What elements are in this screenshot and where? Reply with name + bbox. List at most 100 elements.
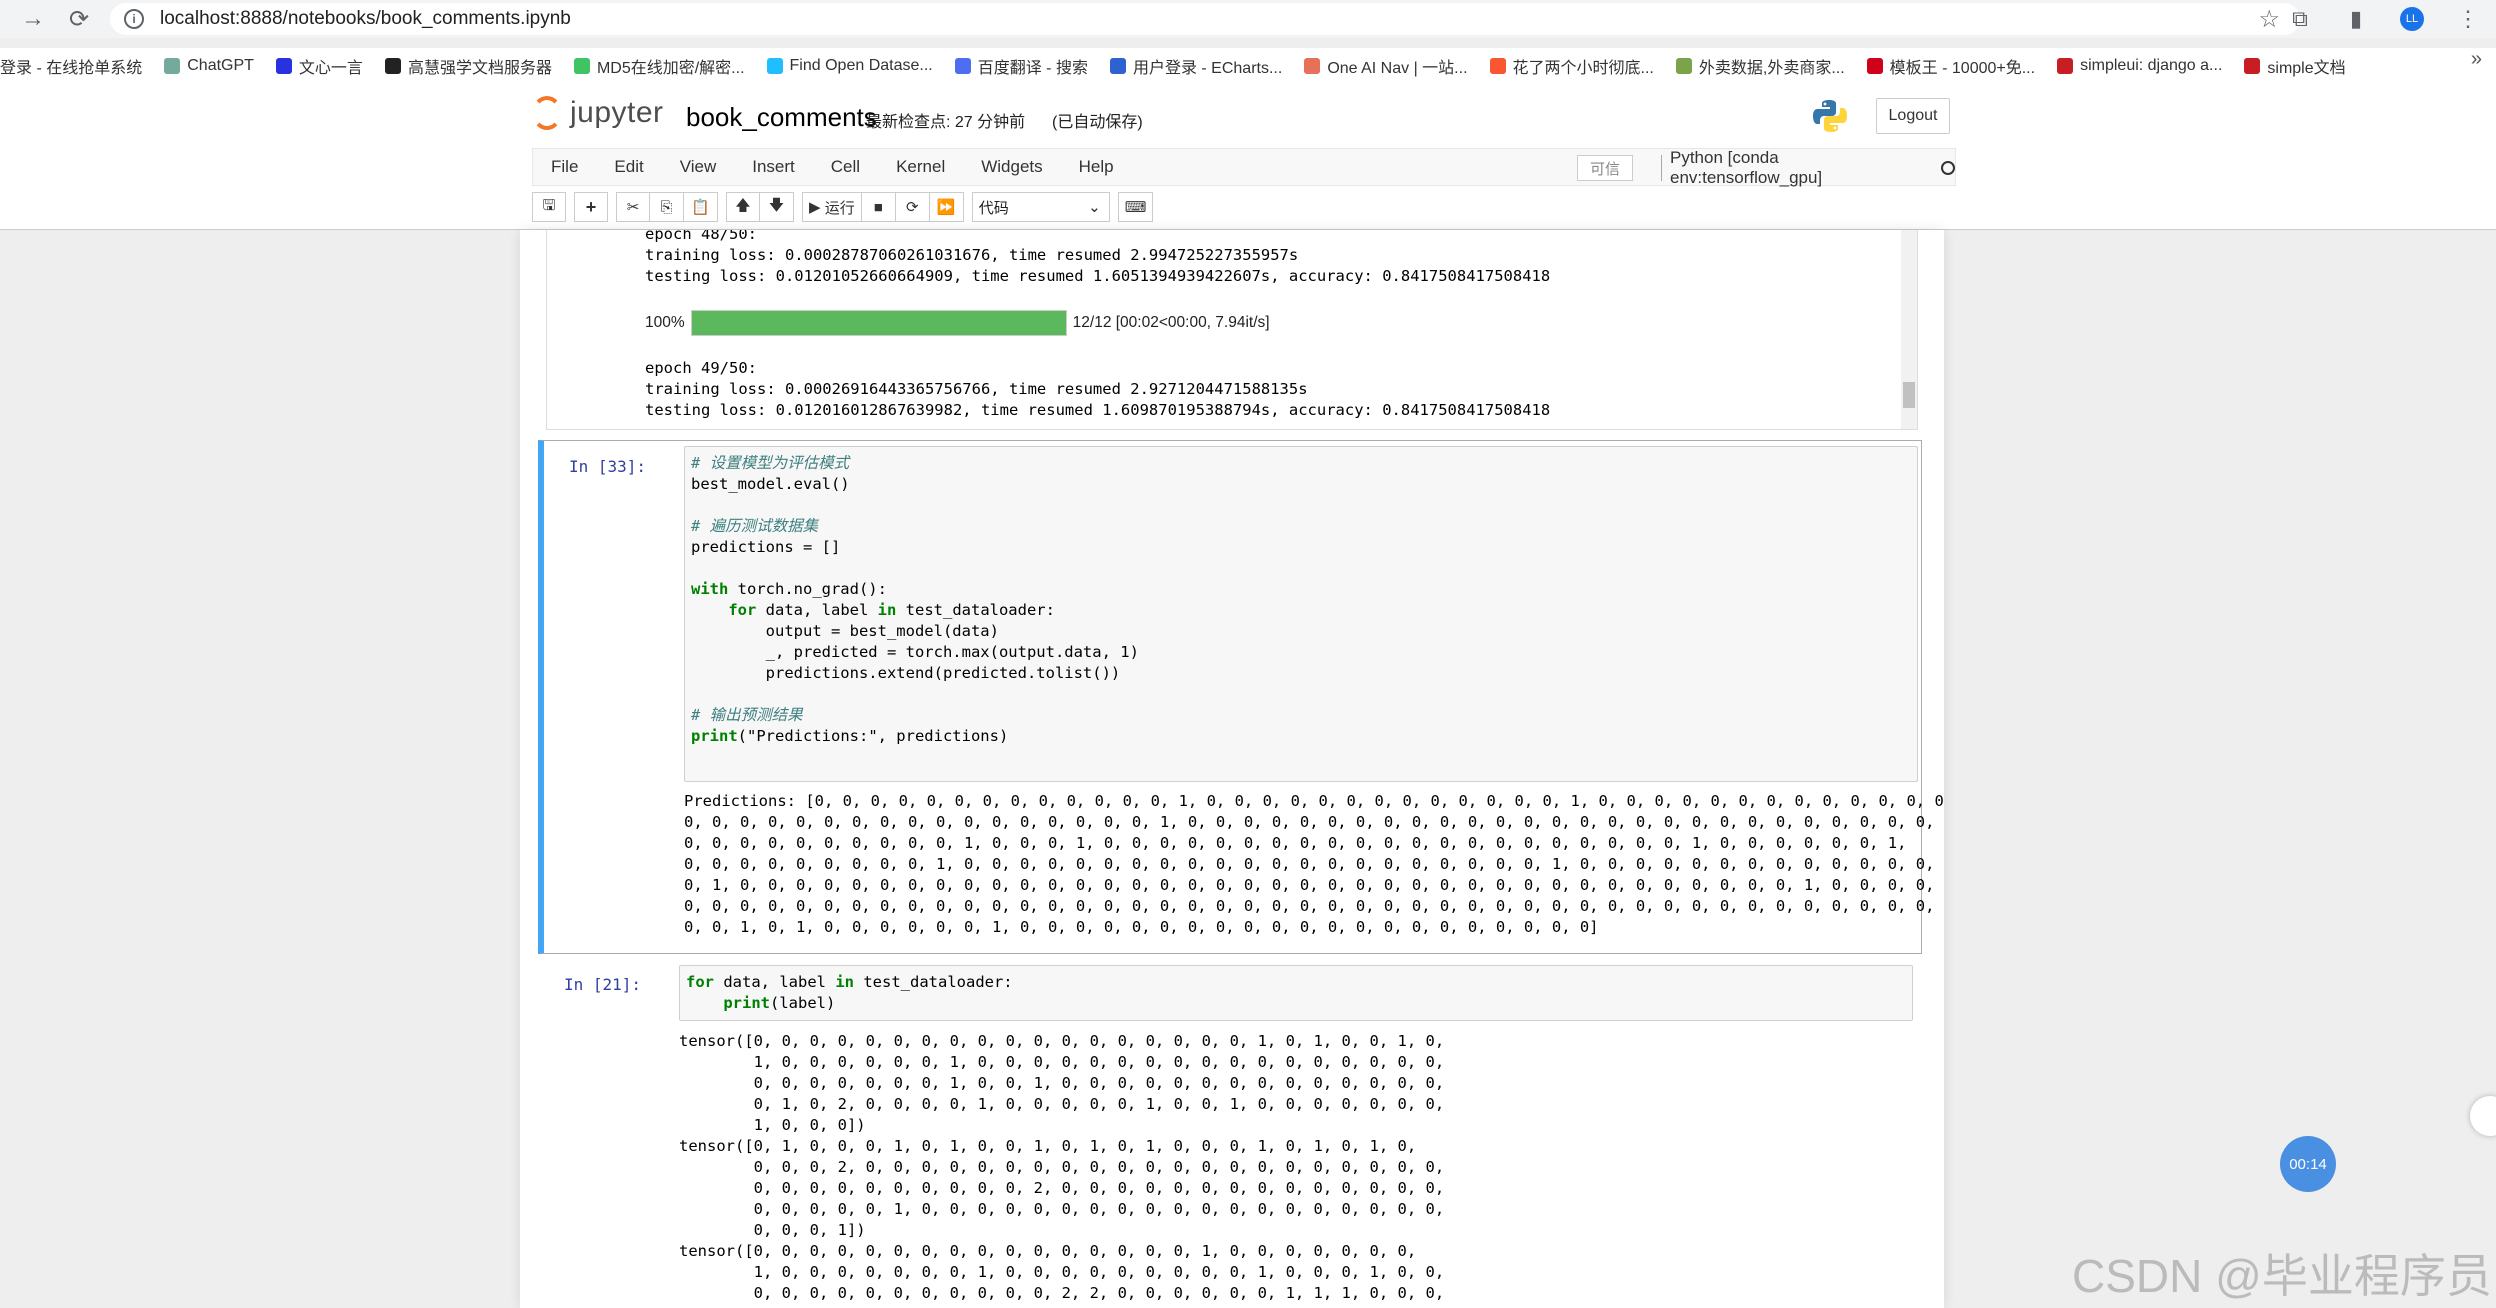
site-info-icon[interactable]: i [124,9,144,29]
menu-edit[interactable]: Edit [596,157,661,177]
paste-icon[interactable]: 📋 [684,192,718,222]
profile-avatar[interactable]: LL [2400,7,2424,31]
output-line: 0, 1, 0, 0, 0, 0, 0, 0, 0, 0, 0, 0, 0, 0… [684,876,1944,894]
menu-kernel[interactable]: Kernel [878,157,963,177]
progress-bar: 100% 12/12 [00:02<00:00, 7.94it/s] [645,310,1270,336]
side-widget-icon[interactable] [2470,1096,2496,1136]
restart-run-all-icon[interactable]: ⏩ [929,192,964,222]
bookmark-item[interactable]: 用户登录 - ECharts... [1109,54,1283,78]
progress-fill [691,311,1066,335]
menu-container: File Edit View Insert Cell Kernel Widgets Help … [532,148,1956,187]
restart-icon[interactable]: ⟳ [895,192,930,222]
extensions-icon[interactable]: ⧉ [2272,6,2328,32]
screen: → ⟳ i localhost:8888/notebooks/book_comm… [0,0,2496,1308]
cut-icon[interactable]: ✂ [616,192,650,222]
interrupt-icon[interactable]: ■ [861,192,896,222]
log-line: training loss: 0.00026916443365756766, t… [645,380,1308,398]
jupyter-logo[interactable]: jupyter [532,96,664,130]
bookmark-label: 外卖数据,外卖商家... [1698,60,1845,77]
reload-icon[interactable]: ⟳ [56,0,102,38]
menu-cell[interactable]: Cell [813,157,878,177]
bookmark-item[interactable]: One AI Nav | 一站... [1304,54,1468,78]
bookmark-favicon-icon [384,58,401,74]
output-line: 0, 1, 0, 2, 0, 0, 0, 0, 1, 0, 0, 0, 0, 0… [679,1095,1445,1113]
output-scrollbar[interactable] [1901,230,1917,429]
bookmarks-bar: 登录 - 在线抢单系统 ChatGPT 文心一言 高慧强学文档服务器 MD5在线加密/解… [0,48,2496,84]
menu-widgets[interactable]: Widgets [963,157,1060,177]
output-line: 0, 0, 0, 0, 0, 0, 0, 0, 0, 0, 0, 0, 0, 0… [684,813,1944,831]
cell-prompt: In [33]: [568,457,646,476]
bookmark-item[interactable]: MD5在线加密/解密... [573,54,745,78]
bookmark-favicon-icon [2244,58,2261,74]
cell-type-value: 代码 [978,199,1009,217]
bookmark-favicon-icon [1304,58,1321,74]
bookmark-item[interactable]: 登录 - 在线抢单系统 [0,54,142,78]
checkpoint-status: 最新检查点: 27 分钟前 [866,114,1026,131]
bookmark-item[interactable]: 花了两个小时彻底... [1489,54,1654,78]
bookmark-item[interactable]: 模板王 - 10000+免... [1866,54,2036,78]
insert-cell-icon[interactable]: + [574,192,608,222]
menu-insert[interactable]: Insert [734,157,813,177]
output-line: tensor([0, 0, 0, 0, 0, 0, 0, 0, 0, 0, 0,… [679,1242,1417,1260]
kernel-status-icon [1941,161,1955,175]
scrollbar-thumb[interactable] [1903,382,1915,408]
bookmark-item[interactable]: simpleui: django a... [2057,57,2222,75]
jupyter-logo-icon [532,96,562,130]
bookmark-favicon-icon [1675,58,1692,74]
browser-menu-icon[interactable]: ⋮ [2440,6,2496,32]
keyboard-shortcuts-icon[interactable]: ⌨ [1117,192,1154,222]
code-text: for data, label in test_dataloader: prin… [686,973,1013,1012]
bookmark-item[interactable]: simple文档 [2244,54,2346,78]
move-up-icon[interactable]: 🡅 [726,192,760,222]
progress-stats: 12/12 [00:02<00:00, 7.94it/s] [1072,314,1270,331]
code-cell-33[interactable]: In [33]: # 设置模型为评估模式 best_model.eval() #… [538,440,1944,954]
notebook-toolbar: 🖫 + ✂ ⎘ 📋 🡅 🡇 ▶ 运行 ■ ⟳ ⏩ 代码 ⌄ ⌨ [532,190,1161,224]
cell-type-select[interactable]: 代码 ⌄ [971,192,1110,222]
bookmark-favicon-icon [1489,58,1506,74]
menu-help[interactable]: Help [1061,157,1132,177]
notebook-container: epoch 48/50: training loss: 0.00028787060… [520,230,1944,1308]
menu-file[interactable]: File [533,157,596,177]
bookmark-label: 模板王 - 10000+免... [1889,60,2036,77]
bookmark-label: Find Open Datase... [789,57,933,74]
run-label: 运行 [824,199,855,217]
bookmark-item[interactable]: 百度翻译 - 搜索 [954,54,1088,78]
bookmark-label: MD5在线加密/解密... [596,60,745,77]
output-line: 1, 0, 0, 0, 0, 0, 0, 0, 1, 0, 0, 0, 0, 0… [679,1263,1445,1281]
autosave-status: (已自动保存) [1052,114,1143,131]
kernel-indicator[interactable]: Python [conda env:tensorflow_gpu] [1661,148,1955,187]
scrolled-output[interactable]: epoch 48/50: training loss: 0.00028787060… [546,230,1918,430]
forward-icon[interactable]: → [10,0,56,38]
trusted-indicator[interactable]: 可信 [1577,155,1634,181]
bookmark-label: 用户登录 - ECharts... [1132,60,1283,77]
notebook-name[interactable]: book_comments [686,102,877,133]
bookmark-label: simpleui: django a... [2080,57,2223,74]
log-line: testing loss: 0.012016012867639982, time… [645,401,1551,419]
code-cell-21[interactable]: In [21]: for data, label in test_dataloa… [538,962,1922,1308]
bookmark-favicon-icon [2057,58,2074,74]
timer-badge[interactable]: 00:14 [2280,1136,2336,1192]
output-line: 0, 0, 0, 0, 0, 0, 0, 1, 0, 0, 1, 0, 0, 0… [679,1074,1445,1092]
jupyter-header: jupyter book_comments 最新检查点: 27 分钟前 (已自动… [0,84,2496,148]
bookmark-item[interactable]: 高慧强学文档服务器 [384,54,552,78]
cell-output-predictions: Predictions: [0, 0, 0, 0, 0, 0, 0, 0, 0,… [684,791,1944,938]
code-editor[interactable]: # 设置模型为评估模式 best_model.eval() # 遍历测试数据集 … [684,446,1918,782]
address-bar[interactable]: i localhost:8888/notebooks/book_comments… [110,3,2300,35]
move-down-icon[interactable]: 🡇 [760,192,794,222]
progress-percent: 100% [645,314,685,331]
logout-button[interactable]: Logout [1876,98,1950,134]
bookmark-item[interactable]: Find Open Datase... [766,57,933,75]
bookmark-item[interactable]: 外卖数据,外卖商家... [1675,54,1845,78]
copy-icon[interactable]: ⎘ [650,192,684,222]
bookmark-item[interactable]: 文心一言 [275,54,363,78]
run-button[interactable]: ▶ 运行 [802,192,862,222]
side-panel-icon[interactable]: ▮ [2328,6,2384,32]
cell-output-labels: tensor([0, 0, 0, 0, 0, 0, 0, 0, 0, 0, 0,… [679,1031,1444,1304]
bookmark-item[interactable]: ChatGPT [164,57,254,75]
output-line: 0, 0, 0, 1]) [679,1221,866,1239]
bookmarks-overflow-icon[interactable]: » [2471,48,2482,71]
output-line: 0, 0, 0, 0, 0, 0, 0, 0, 0, 0, 0, 2, 2, 0… [679,1284,1445,1302]
menu-view[interactable]: View [662,157,735,177]
save-icon[interactable]: 🖫 [532,192,566,222]
code-editor[interactable]: for data, label in test_dataloader: prin… [679,965,1913,1021]
